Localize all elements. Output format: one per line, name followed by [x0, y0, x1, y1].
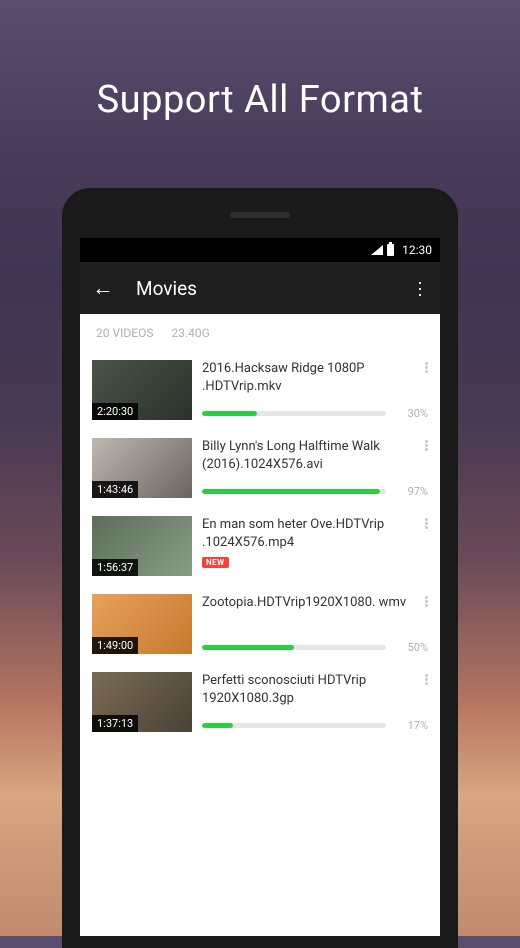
list-item[interactable]: 1:56:37 En man som heter Ove.HDTVrip .10…: [80, 508, 440, 586]
video-title: Perfetti sconosciuti HDTVrip 1920X1080.3…: [202, 672, 425, 707]
item-overflow-button[interactable]: [425, 672, 428, 685]
total-size: 23.40G: [171, 326, 209, 340]
video-info: En man som heter Ove.HDTVrip .1024X576.m…: [202, 516, 428, 576]
battery-icon: [387, 244, 394, 256]
phone-screen: 12:30 ← Movies ⋯ 20 VIDEOS 23.40G 2:20:3…: [80, 238, 440, 936]
video-title: 2016.Hacksaw Ridge 1080P .HDTVrip.mkv: [202, 360, 425, 395]
video-info: Zootopia.HDTVrip1920X1080. wmv 50%: [202, 594, 428, 654]
new-badge: NEW: [202, 557, 229, 568]
duration-badge: 1:43:46: [92, 481, 138, 498]
list-item[interactable]: 1:49:00 Zootopia.HDTVrip1920X1080. wmv 5…: [80, 586, 440, 664]
video-info: 2016.Hacksaw Ridge 1080P .HDTVrip.mkv 30…: [202, 360, 428, 420]
video-info: Perfetti sconosciuti HDTVrip 1920X1080.3…: [202, 672, 428, 732]
duration-badge: 2:20:30: [92, 403, 138, 420]
video-title: Zootopia.HDTVrip1920X1080. wmv: [202, 594, 425, 612]
item-overflow-button[interactable]: [425, 516, 428, 529]
progress-row: 50%: [202, 641, 428, 654]
duration-badge: 1:49:00: [92, 637, 138, 654]
item-overflow-button[interactable]: [425, 438, 428, 451]
duration-badge: 1:56:37: [92, 559, 138, 576]
video-list: 2:20:30 2016.Hacksaw Ridge 1080P .HDTVri…: [80, 352, 440, 742]
app-bar: ← Movies ⋯: [80, 262, 440, 314]
app-bar-title: Movies: [136, 277, 411, 300]
item-overflow-button[interactable]: [425, 360, 428, 373]
video-count: 20 VIDEOS: [96, 326, 153, 340]
progress-bar: [202, 645, 386, 650]
overflow-menu-button[interactable]: ⋯: [409, 280, 430, 297]
progress-bar: [202, 723, 386, 728]
list-item[interactable]: 2:20:30 2016.Hacksaw Ridge 1080P .HDTVri…: [80, 352, 440, 430]
video-info: Billy Lynn's Long Halftime Walk (2016).1…: [202, 438, 428, 498]
hero-title: Support All Format: [0, 0, 520, 122]
video-thumbnail[interactable]: 1:49:00: [92, 594, 192, 654]
progress-row: 97%: [202, 485, 428, 498]
video-title: Billy Lynn's Long Halftime Walk (2016).1…: [202, 438, 425, 473]
progress-bar: [202, 489, 386, 494]
phone-frame: 12:30 ← Movies ⋯ 20 VIDEOS 23.40G 2:20:3…: [62, 188, 458, 948]
status-bar: 12:30: [80, 238, 440, 262]
summary-bar: 20 VIDEOS 23.40G: [80, 314, 440, 352]
status-time: 12:30: [402, 243, 432, 257]
video-thumbnail[interactable]: 1:56:37: [92, 516, 192, 576]
duration-badge: 1:37:13: [92, 715, 138, 732]
video-thumbnail[interactable]: 2:20:30: [92, 360, 192, 420]
progress-row: 17%: [202, 719, 428, 732]
video-thumbnail[interactable]: 1:37:13: [92, 672, 192, 732]
list-item[interactable]: 1:37:13 Perfetti sconosciuti HDTVrip 192…: [80, 664, 440, 742]
progress-bar: [202, 411, 386, 416]
signal-icon: [371, 245, 383, 255]
video-thumbnail[interactable]: 1:43:46: [92, 438, 192, 498]
progress-percent: 97%: [396, 485, 428, 498]
list-item[interactable]: 1:43:46 Billy Lynn's Long Halftime Walk …: [80, 430, 440, 508]
progress-percent: 30%: [396, 407, 428, 420]
progress-percent: 17%: [396, 719, 428, 732]
progress-row: 30%: [202, 407, 428, 420]
back-button[interactable]: ←: [92, 275, 122, 301]
item-overflow-button[interactable]: [425, 594, 428, 607]
progress-percent: 50%: [396, 641, 428, 654]
video-title: En man som heter Ove.HDTVrip .1024X576.m…: [202, 516, 425, 551]
phone-speaker: [230, 212, 290, 218]
